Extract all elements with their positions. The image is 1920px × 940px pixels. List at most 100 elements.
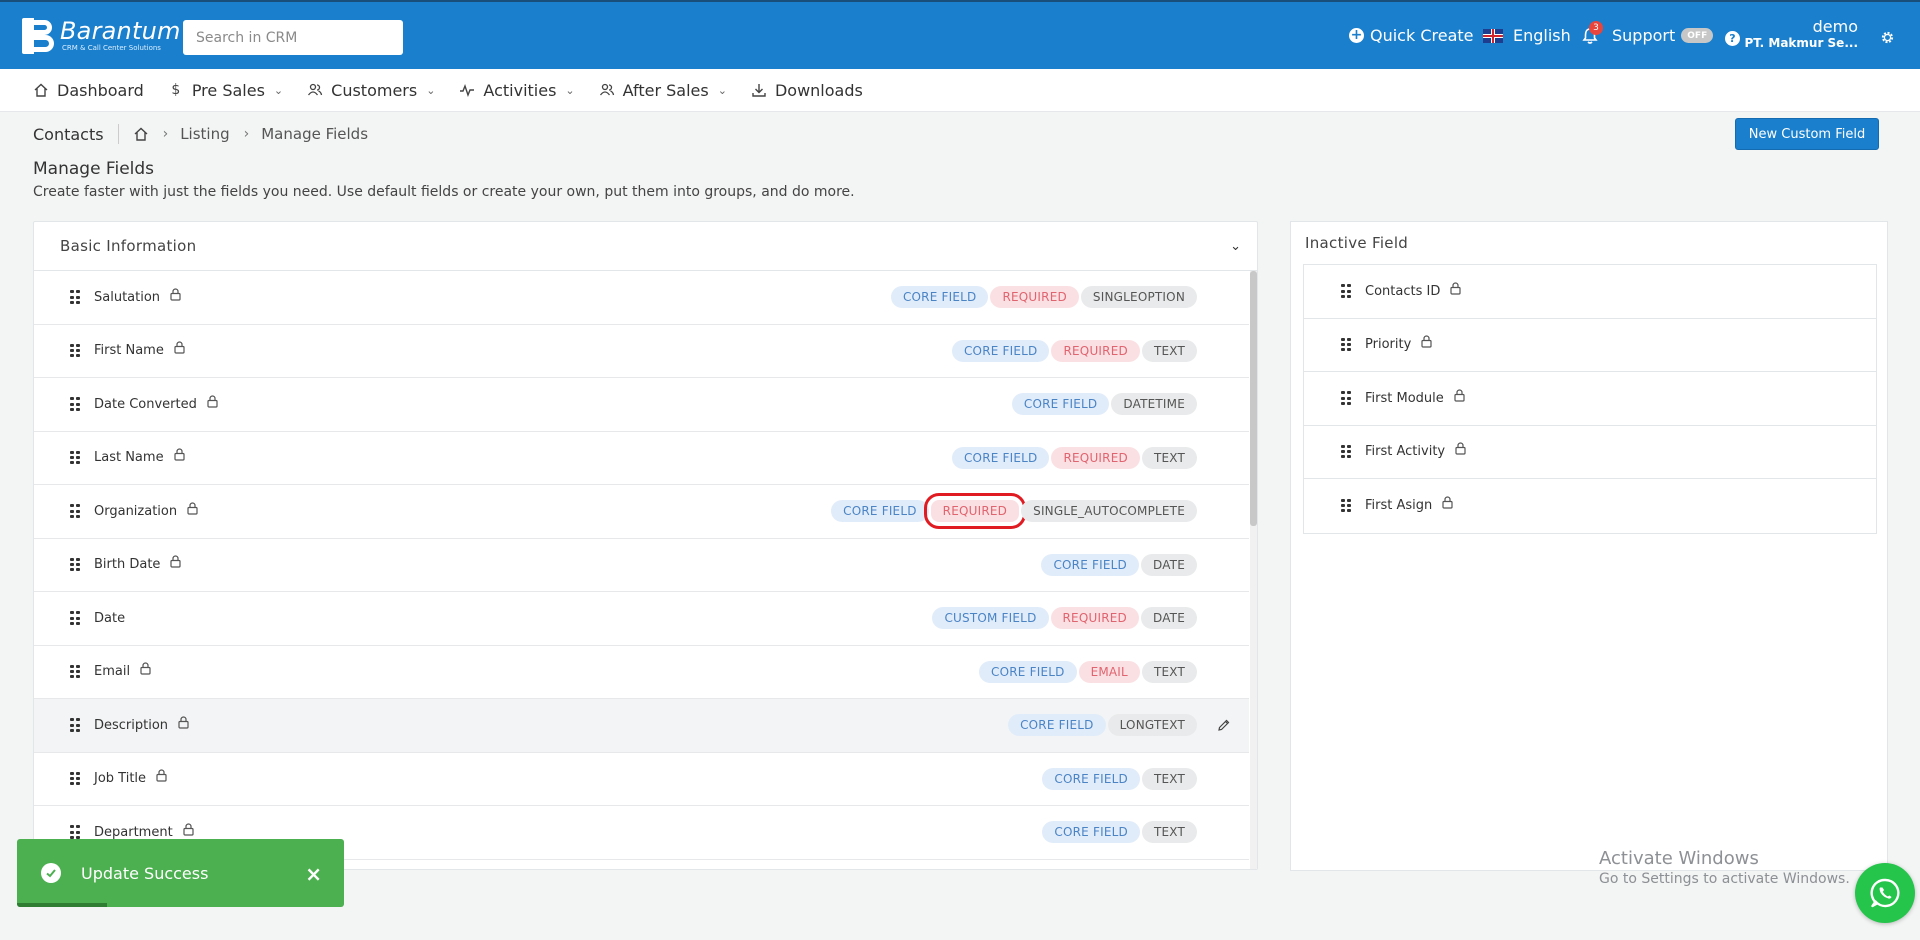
drag-handle-icon[interactable]	[70, 664, 80, 679]
field-row[interactable]: Date CUSTOM FIELD REQUIRED DATE	[34, 592, 1249, 646]
uk-flag-icon	[1483, 28, 1503, 43]
drag-handle-icon[interactable]	[70, 290, 80, 304]
req-tag: REQUIRED	[990, 286, 1079, 309]
brand-logo[interactable]: Barantum CRM & Call Center Solutions	[22, 18, 181, 54]
lock-icon	[1454, 389, 1465, 402]
inactive-field-row[interactable]: First Asign	[1304, 479, 1876, 533]
field-name: Salutation	[94, 289, 161, 305]
field-name: First Asign	[1365, 498, 1433, 514]
field-row[interactable]: Email CORE FIELD EMAIL TEXT	[34, 646, 1249, 699]
field-name: Priority	[1365, 337, 1412, 353]
watermark-title: Activate Windows	[1599, 848, 1759, 869]
inactive-field-row[interactable]: First Activity	[1304, 426, 1876, 479]
dollar-icon: $	[171, 82, 181, 98]
field-row[interactable]: Last Name CORE FIELD REQUIRED TEXT	[34, 432, 1249, 485]
drag-handle-icon[interactable]	[1341, 284, 1351, 298]
type-tag: TEXT	[1141, 821, 1197, 844]
page-description: Create faster with just the fields you n…	[33, 184, 855, 200]
drag-handle-icon[interactable]	[70, 718, 80, 732]
lock-icon	[178, 716, 189, 729]
nav-after-sales[interactable]: After Sales ⌄	[599, 81, 727, 100]
type-tag: DATE	[1140, 553, 1197, 576]
drag-handle-icon[interactable]	[70, 504, 80, 518]
drag-handle-icon[interactable]	[1341, 337, 1351, 352]
nav-downloads[interactable]: Downloads	[751, 81, 863, 100]
drag-handle-icon[interactable]	[70, 825, 80, 839]
pencil-icon[interactable]	[1217, 718, 1231, 732]
nav-label: Dashboard	[57, 80, 144, 100]
field-name: Job Title	[94, 771, 147, 787]
nav-customers[interactable]: Customers ⌄	[307, 81, 435, 100]
drag-handle-icon[interactable]	[70, 557, 80, 572]
language-selector[interactable]: English	[1483, 26, 1571, 45]
drag-handle-icon[interactable]	[1341, 391, 1351, 405]
drag-handle-icon[interactable]	[1341, 444, 1351, 459]
basic-information-panel: Basic Information ⌄ Salutation CORE FIELD…	[33, 221, 1258, 870]
chevron-down-icon: ⌄	[565, 83, 575, 97]
whatsapp-button[interactable]	[1855, 863, 1915, 923]
core-tag: CORE FIELD	[951, 446, 1050, 469]
notification-badge: 3	[1589, 21, 1603, 35]
chevron-down-icon: ⌄	[426, 83, 436, 97]
close-icon[interactable]: ×	[305, 862, 322, 886]
support-toggle[interactable]: Support OFF	[1612, 26, 1714, 45]
field-tags: CUSTOM FIELD REQUIRED DATE	[930, 607, 1197, 630]
field-row[interactable]: First Name CORE FIELD REQUIRED TEXT	[34, 325, 1249, 378]
inactive-field-panel: Inactive Field Contacts ID Priority First …	[1290, 221, 1888, 871]
panel-header[interactable]: Basic Information ⌄	[34, 222, 1257, 271]
drag-handle-icon[interactable]	[70, 450, 80, 465]
req-tag: REQUIRED	[1051, 339, 1140, 362]
inactive-field-row[interactable]: First Module	[1304, 372, 1876, 426]
drag-handle-icon[interactable]	[70, 343, 80, 358]
new-custom-field-button[interactable]: New Custom Field	[1735, 118, 1879, 150]
req-tag: REQUIRED	[1051, 446, 1140, 469]
support-switch[interactable]: OFF	[1681, 28, 1714, 43]
home-icon[interactable]	[133, 126, 149, 142]
user-menu[interactable]: demo PT. Makmur Se...	[1744, 18, 1858, 51]
nav-label: Activities	[483, 80, 557, 100]
field-tags: CORE FIELD REQUIRED SINGLEOPTION	[889, 286, 1197, 309]
nav-pre-sales[interactable]: $ Pre Sales ⌄	[168, 81, 283, 100]
lock-icon	[156, 769, 167, 782]
field-row[interactable]: Organization CORE FIELD REQUIRED SINGLE_AUT…	[34, 485, 1249, 539]
field-tags: CORE FIELD TEXT	[1040, 767, 1197, 790]
core-tag: CORE FIELD	[1008, 714, 1106, 737]
chevron-down-icon[interactable]: ⌄	[1230, 239, 1241, 254]
drag-handle-icon[interactable]	[70, 771, 80, 786]
nav-label: Customers	[331, 80, 418, 100]
field-row[interactable]: Birth Date CORE FIELD DATE	[34, 539, 1249, 592]
quick-create-label: Quick Create	[1370, 26, 1474, 45]
req-tag: EMAIL	[1078, 660, 1140, 683]
field-row[interactable]: Job Title CORE FIELD TEXT	[34, 753, 1249, 806]
nav-dashboard[interactable]: Dashboard	[33, 81, 144, 100]
main-nav: Dashboard $ Pre Sales ⌄ Customers ⌄ Acti…	[0, 69, 1920, 112]
inactive-field-row[interactable]: Priority	[1304, 319, 1876, 372]
toast-notification: Update Success ×	[17, 839, 344, 907]
search-input[interactable]	[183, 20, 403, 55]
field-name: First Module	[1365, 390, 1444, 406]
gear-icon[interactable]	[1880, 30, 1895, 45]
lock-icon	[1455, 442, 1466, 455]
chevron-right-icon: ›	[162, 126, 169, 142]
brand-tagline: CRM & Call Center Solutions	[62, 44, 161, 52]
breadcrumb-manage-fields: Manage Fields	[261, 125, 369, 143]
home-icon	[34, 83, 48, 97]
core-tag: CORE FIELD	[1042, 767, 1140, 790]
user-name: demo	[1812, 17, 1858, 36]
drag-handle-icon[interactable]	[70, 611, 80, 625]
field-row[interactable]: Salutation CORE FIELD REQUIRED SINGLEOPTION	[34, 271, 1249, 325]
inactive-field-row[interactable]: Contacts ID	[1304, 265, 1876, 319]
breadcrumb-listing[interactable]: Listing	[180, 125, 229, 143]
quick-create-button[interactable]: + Quick Create	[1349, 26, 1474, 45]
nav-activities[interactable]: Activities ⌄	[459, 80, 575, 100]
help-icon[interactable]: ?	[1725, 31, 1740, 46]
type-tag: TEXT	[1141, 339, 1197, 362]
field-row[interactable]: Date Converted CORE FIELD DATETIME	[34, 378, 1249, 432]
activity-icon	[460, 83, 475, 98]
drag-handle-icon[interactable]	[70, 397, 80, 411]
drag-handle-icon[interactable]	[1341, 498, 1351, 513]
support-label: Support	[1612, 26, 1676, 45]
lock-icon	[173, 448, 185, 461]
scrollbar-thumb[interactable]	[1250, 271, 1257, 526]
field-row[interactable]: Description CORE FIELD LONGTEXT	[34, 699, 1249, 753]
